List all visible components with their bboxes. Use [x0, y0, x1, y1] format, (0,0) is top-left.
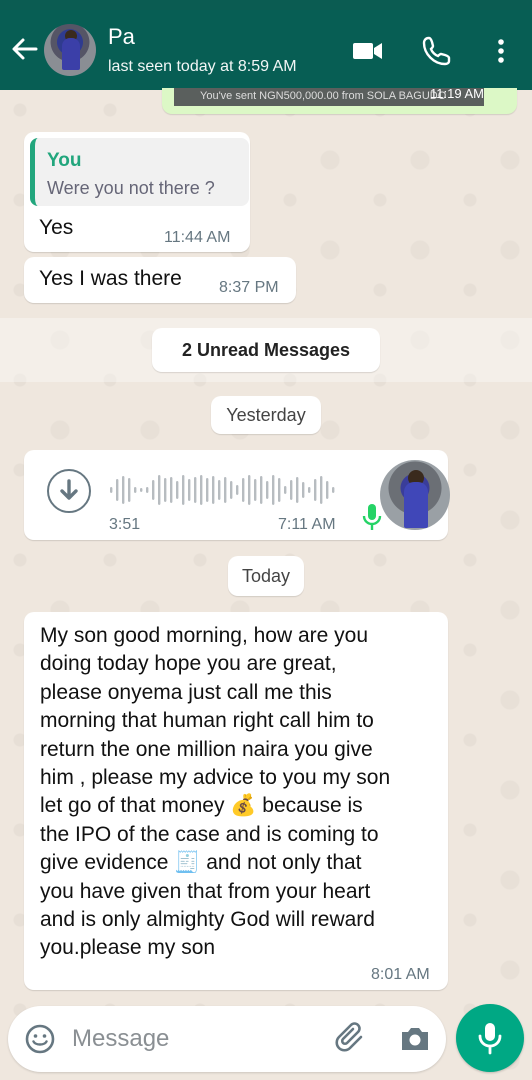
- waveform-bar: [284, 486, 287, 494]
- status-bar: [0, 0, 532, 10]
- quoted-reply[interactable]: You Were you not there ?: [30, 138, 249, 206]
- waveform-bar: [296, 477, 299, 503]
- waveform-bar: [236, 485, 239, 495]
- camera-icon[interactable]: [398, 1023, 432, 1055]
- message-text: Yes I was there: [39, 267, 182, 290]
- waveform-bar: [194, 477, 197, 503]
- waveform-bar: [308, 487, 311, 493]
- waveform-bar: [272, 475, 275, 505]
- received-message-bubble[interactable]: Yes I was there 8:37 PM: [24, 257, 296, 303]
- message-time: 7:11 AM: [278, 516, 336, 533]
- received-message-bubble[interactable]: You Were you not there ? Yes 11:44 AM: [24, 132, 250, 252]
- download-icon[interactable]: [46, 468, 92, 514]
- phone-icon: [422, 36, 451, 66]
- waveform-bar: [320, 476, 323, 504]
- back-button[interactable]: [8, 32, 40, 66]
- waveform-bar: [230, 481, 233, 499]
- waveform-bar: [188, 479, 191, 501]
- mic-icon: [362, 504, 382, 530]
- voice-call-button[interactable]: [420, 34, 454, 68]
- reply-text: Were you not there ?: [47, 178, 215, 198]
- last-seen-status: last seen today at 8:59 AM: [108, 58, 297, 75]
- voice-waveform[interactable]: [110, 470, 340, 510]
- waveform-bar: [152, 480, 155, 500]
- voice-duration: 3:51: [109, 516, 141, 533]
- waveform-bar: [146, 487, 149, 493]
- waveform-bar: [242, 478, 245, 502]
- waveform-bar: [266, 481, 269, 499]
- message-compose-bar: [8, 1006, 446, 1072]
- video-call-icon: [353, 43, 382, 59]
- waveform-bar: [290, 480, 293, 500]
- date-divider-yesterday: Yesterday: [211, 396, 321, 434]
- mic-icon: [478, 1023, 502, 1055]
- waveform-bar: [212, 476, 215, 504]
- waveform-bar: [278, 478, 281, 502]
- message-input[interactable]: [70, 1020, 324, 1058]
- waveform-bar: [302, 482, 305, 498]
- waveform-bar: [206, 478, 209, 502]
- waveform-bar: [182, 475, 185, 505]
- chat-header: Pa last seen today at 8:59 AM: [0, 10, 532, 90]
- waveform-bar: [176, 481, 179, 499]
- waveform-bar: [170, 477, 173, 503]
- waveform-bar: [134, 487, 137, 493]
- waveform-bar: [314, 479, 317, 501]
- waveform-bar: [218, 480, 221, 500]
- waveform-bar: [248, 475, 251, 505]
- message-text: My son good morning, how are you doing t…: [40, 624, 391, 960]
- more-vert-icon: [498, 39, 504, 63]
- arrow-left-icon: [12, 38, 38, 60]
- more-options-button[interactable]: [484, 34, 518, 68]
- message-time: 8:01 AM: [371, 966, 430, 983]
- waveform-bar: [110, 487, 113, 493]
- waveform-bar: [158, 475, 161, 505]
- message-time: 8:37 PM: [219, 279, 279, 296]
- unread-messages-label: 2 Unread Messages: [152, 328, 380, 372]
- waveform-bar: [200, 475, 203, 505]
- waveform-bar: [128, 478, 131, 502]
- waveform-bar: [260, 476, 263, 504]
- voice-sender-avatar: [380, 460, 450, 530]
- sent-message-bubble[interactable]: You've sent NGN500,000.00 from SOLA BAGU…: [162, 86, 517, 114]
- contact-name[interactable]: Pa: [108, 24, 135, 50]
- waveform-bar: [326, 481, 329, 499]
- waveform-bar: [332, 487, 335, 493]
- emoji-icon[interactable]: [24, 1023, 56, 1055]
- waveform-bar: [164, 478, 167, 502]
- video-call-button[interactable]: [350, 34, 384, 68]
- received-message-bubble[interactable]: My son good morning, how are you doing t…: [24, 612, 448, 990]
- contact-avatar[interactable]: [44, 24, 96, 76]
- reply-author: You: [47, 150, 82, 171]
- waveform-bar: [224, 477, 227, 503]
- message-text: Yes: [39, 216, 74, 239]
- waveform-bar: [116, 479, 119, 501]
- paperclip-icon[interactable]: [334, 1022, 368, 1056]
- payment-preview-text: You've sent NGN500,000.00 from SOLA BAGU…: [200, 90, 447, 102]
- waveform-bar: [254, 479, 257, 501]
- waveform-bar: [122, 476, 125, 504]
- waveform-bar: [140, 488, 143, 492]
- date-divider-today: Today: [228, 556, 304, 596]
- message-time: 11:19 AM: [430, 86, 484, 101]
- voice-record-button[interactable]: [456, 1004, 524, 1072]
- message-time: 11:44 AM: [164, 229, 231, 246]
- voice-note-bubble[interactable]: 3:51 7:11 AM: [24, 450, 450, 540]
